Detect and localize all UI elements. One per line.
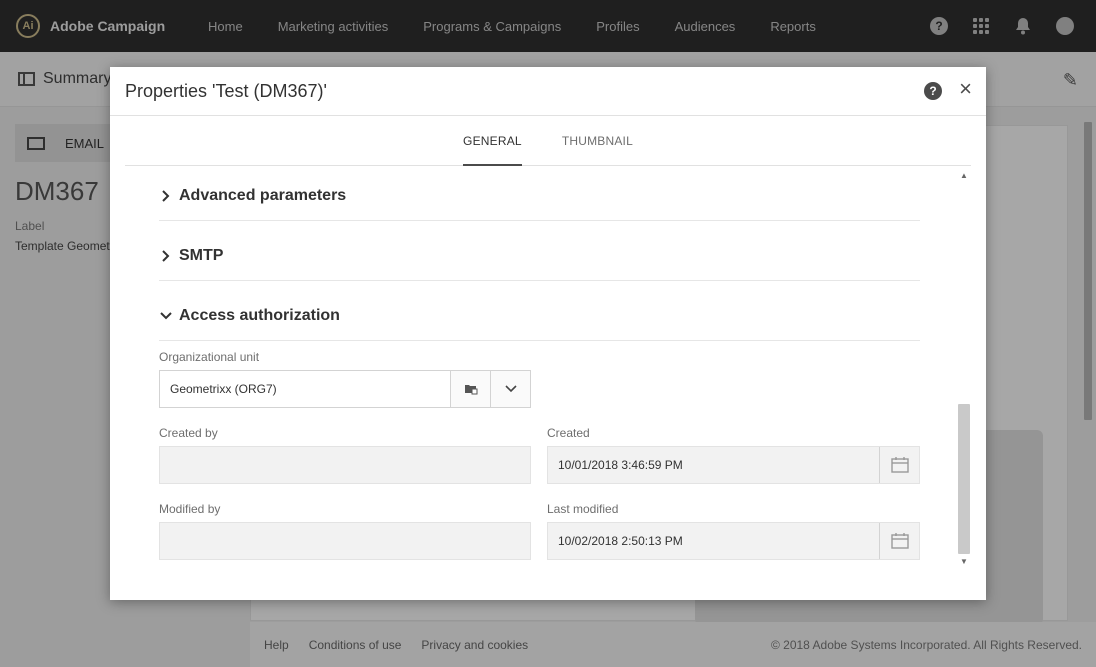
created-by-label: Created by [159,426,218,440]
last-modified-calendar-button[interactable] [879,523,919,559]
chevron-right-icon [159,249,173,263]
section-title: SMTP [179,246,224,264]
modified-by-field [159,522,531,560]
section-advanced-parameters[interactable]: Advanced parameters [159,171,920,221]
created-date-field: 10/01/2018 3:46:59 PM [547,446,920,484]
last-modified-value: 10/02/2018 2:50:13 PM [558,534,683,548]
chevron-down-icon [504,385,517,393]
properties-dialog: Properties 'Test (DM367)' ? × GENERAL TH… [110,67,986,600]
last-modified-field: 10/02/2018 2:50:13 PM [547,522,920,560]
org-unit-dropdown-button[interactable] [490,371,530,407]
created-by-field [159,446,531,484]
section-access-authorization[interactable]: Access authorization [159,291,920,341]
calendar-icon [890,457,909,473]
scroll-thumb[interactable] [958,404,970,554]
dialog-tabs: GENERAL THUMBNAIL [125,116,971,166]
section-title: Access authorization [179,306,340,324]
org-unit-browse-button[interactable] [450,371,490,407]
section-smtp[interactable]: SMTP [159,231,920,281]
calendar-icon [890,533,909,549]
org-unit-label: Organizational unit [159,350,260,364]
modified-by-label: Modified by [159,502,221,516]
close-icon[interactable]: × [959,78,972,100]
scroll-down-arrow-icon[interactable]: ▼ [958,557,970,567]
dialog-header: Properties 'Test (DM367)' ? × [110,67,986,116]
folder-tree-icon [464,385,477,395]
chevron-down-icon [159,309,173,323]
org-unit-field[interactable]: Geometrixx (ORG7) [159,370,531,408]
chevron-right-icon [159,189,173,203]
dialog-scrollbar[interactable]: ▲ ▼ [958,171,970,567]
dialog-help-icon[interactable]: ? [924,82,942,100]
last-modified-label: Last modified [547,502,619,516]
tab-thumbnail[interactable]: THUMBNAIL [562,116,633,166]
created-label: Created [547,426,590,440]
created-calendar-button[interactable] [879,447,919,483]
dialog-body: Advanced parameters SMTP Access authoriz… [110,167,986,600]
tab-general[interactable]: GENERAL [463,116,522,166]
dialog-title: Properties 'Test (DM367)' [125,81,327,101]
org-unit-value: Geometrixx (ORG7) [170,382,277,396]
scroll-up-arrow-icon[interactable]: ▲ [958,171,970,181]
created-date-value: 10/01/2018 3:46:59 PM [558,458,683,472]
section-title: Advanced parameters [179,186,347,204]
